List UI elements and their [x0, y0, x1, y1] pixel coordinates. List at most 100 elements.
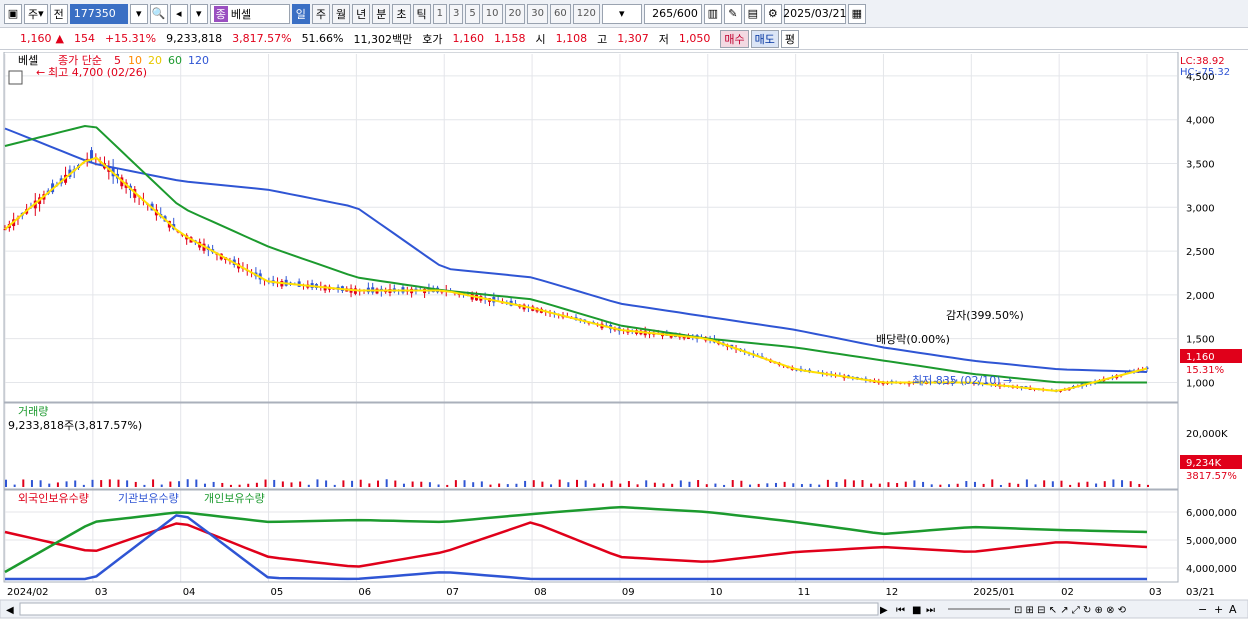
chart-tools-icon[interactable]: ⊡ ⊞ ⊟ ↖ ↗ ⤢ ↻ ⊕ ⊗ ⟲ — [1014, 605, 1127, 616]
avg-button[interactable]: 평 — [780, 29, 799, 48]
volume-bars — [5, 479, 1149, 487]
volume-bar — [437, 484, 440, 487]
volume-bar — [991, 479, 994, 487]
volume-bar — [229, 484, 232, 487]
interval-custom-input[interactable]: ▾ — [601, 3, 642, 24]
period-week[interactable]: 주 — [311, 3, 331, 24]
gear-icon[interactable]: ⚙ — [763, 3, 782, 24]
search-icon[interactable]: 🔍 — [149, 3, 168, 24]
volume-bar — [238, 484, 241, 487]
holding-line-0 — [4, 521, 1148, 568]
scope-select[interactable]: 전 — [49, 3, 68, 24]
volume-bar — [1112, 479, 1115, 487]
volume-bar — [913, 480, 916, 487]
holding-line-1 — [5, 514, 1147, 581]
interval-3[interactable]: 3 — [449, 3, 464, 24]
period-day[interactable]: 일 — [291, 3, 310, 24]
play-back-icon[interactable]: ⏮ — [896, 605, 905, 616]
volume-bar — [186, 479, 189, 487]
scroll-right-icon[interactable]: ▶ — [880, 605, 888, 616]
scroll-left-icon[interactable]: ◀ — [6, 605, 14, 616]
prev-stock-icon[interactable]: ◂ — [169, 3, 188, 24]
stock-code-input[interactable]: 177350 — [69, 3, 128, 24]
bid-label: 호가 — [422, 32, 443, 46]
x-tick-label: 2024/02 — [7, 587, 49, 598]
volume-bar — [351, 480, 354, 487]
play-forward-icon[interactable]: ⏭ — [926, 605, 935, 616]
volume-bar — [325, 480, 328, 487]
volume-bar — [342, 480, 345, 487]
volume-bar — [930, 484, 933, 487]
current-price: 1,160 — [20, 32, 52, 45]
sell-button[interactable]: 매도 — [750, 29, 779, 48]
x-tick-label: 08 — [534, 587, 547, 598]
interval-30[interactable]: 30 — [527, 3, 548, 24]
volume-bar — [783, 481, 786, 487]
open-price: 1,108 — [555, 32, 588, 45]
period-year[interactable]: 년 — [352, 3, 371, 24]
ma-120-line — [4, 127, 1148, 373]
calendar-icon[interactable] — [8, 70, 23, 85]
volume-bar — [39, 480, 42, 487]
volume-bar — [567, 482, 570, 487]
volume-bar — [896, 483, 899, 487]
volume-bar — [368, 483, 371, 487]
period-month[interactable]: 월 — [332, 3, 351, 24]
scrollbar-thumb[interactable] — [19, 602, 879, 616]
volume-bar — [852, 480, 855, 487]
period-tick[interactable]: 틱 — [412, 3, 431, 24]
volume-bar — [679, 480, 682, 487]
volume-bar — [428, 482, 431, 487]
font-size-icon[interactable]: A — [1229, 603, 1237, 616]
volume-bar — [247, 483, 250, 487]
layout-icon[interactable]: ▣ — [4, 3, 22, 24]
count-input[interactable]: 265/600 — [643, 3, 702, 24]
low-note: 최저 835 (02/10) — [912, 374, 1001, 387]
code-dropdown-icon[interactable]: ▾ — [129, 3, 148, 24]
holding-individual-label: 개인보유수량 — [204, 492, 265, 505]
capital-reduction-note: 감자(399.50%) — [946, 309, 1024, 322]
volume-bar — [774, 482, 777, 487]
stock-name-field[interactable]: 종 베셀 — [209, 3, 290, 24]
interval-20[interactable]: 20 — [504, 3, 526, 24]
calendar-icon[interactable]: ▦ — [847, 3, 866, 24]
interval-5[interactable]: 5 — [465, 3, 480, 24]
volume-bar — [454, 480, 457, 487]
volume-bar — [1017, 483, 1020, 487]
interval-1[interactable]: 1 — [432, 3, 448, 24]
volume-bar — [1025, 479, 1028, 487]
ma-20-line — [4, 156, 1148, 392]
x-tick-label: 04 — [183, 587, 196, 598]
volume-bar — [619, 483, 622, 487]
volume-bar — [1051, 481, 1054, 487]
high-price: 1,307 — [617, 32, 649, 45]
volume-tag-pct: 3817.57% — [1186, 471, 1237, 482]
interval-120[interactable]: 120 — [572, 3, 600, 24]
interval-10[interactable]: 10 — [481, 3, 503, 24]
interval-60[interactable]: 60 — [549, 3, 571, 24]
volume-bar — [91, 479, 94, 487]
next-stock-icon[interactable]: ▾ — [189, 3, 208, 24]
x-tick-label: 2025/01 — [973, 587, 1015, 598]
y-tick-label: 4,000 — [1186, 116, 1215, 127]
zoom-out-icon[interactable]: − — [1198, 603, 1207, 616]
high-arrow-icon: ← — [36, 66, 45, 79]
candle-type-icon[interactable]: ▥ — [703, 3, 722, 24]
volume-bar — [13, 484, 16, 487]
volume-bar — [1103, 481, 1106, 487]
period-minute[interactable]: 분 — [372, 3, 391, 24]
date-input[interactable]: 2025/03/21 — [783, 3, 847, 24]
chart-area[interactable]: 4,5004,0003,5003,0002,5002,0001,5001,000… — [0, 52, 1248, 621]
zoom-in-icon[interactable]: + — [1214, 603, 1223, 616]
period-second[interactable]: 초 — [392, 3, 411, 24]
volume-bar — [1138, 483, 1141, 487]
volume-bar — [541, 481, 544, 487]
market-select[interactable]: 주 ▾ — [24, 3, 48, 24]
save-icon[interactable]: ▤ — [743, 3, 762, 24]
draw-tool-icon[interactable]: ✎ — [723, 3, 742, 24]
bid-price: 1,158 — [494, 32, 526, 45]
buy-button[interactable]: 매수 — [720, 29, 749, 48]
stop-icon[interactable]: ■ — [912, 605, 921, 616]
volume-bar — [100, 480, 103, 487]
volume-bar — [264, 479, 267, 487]
